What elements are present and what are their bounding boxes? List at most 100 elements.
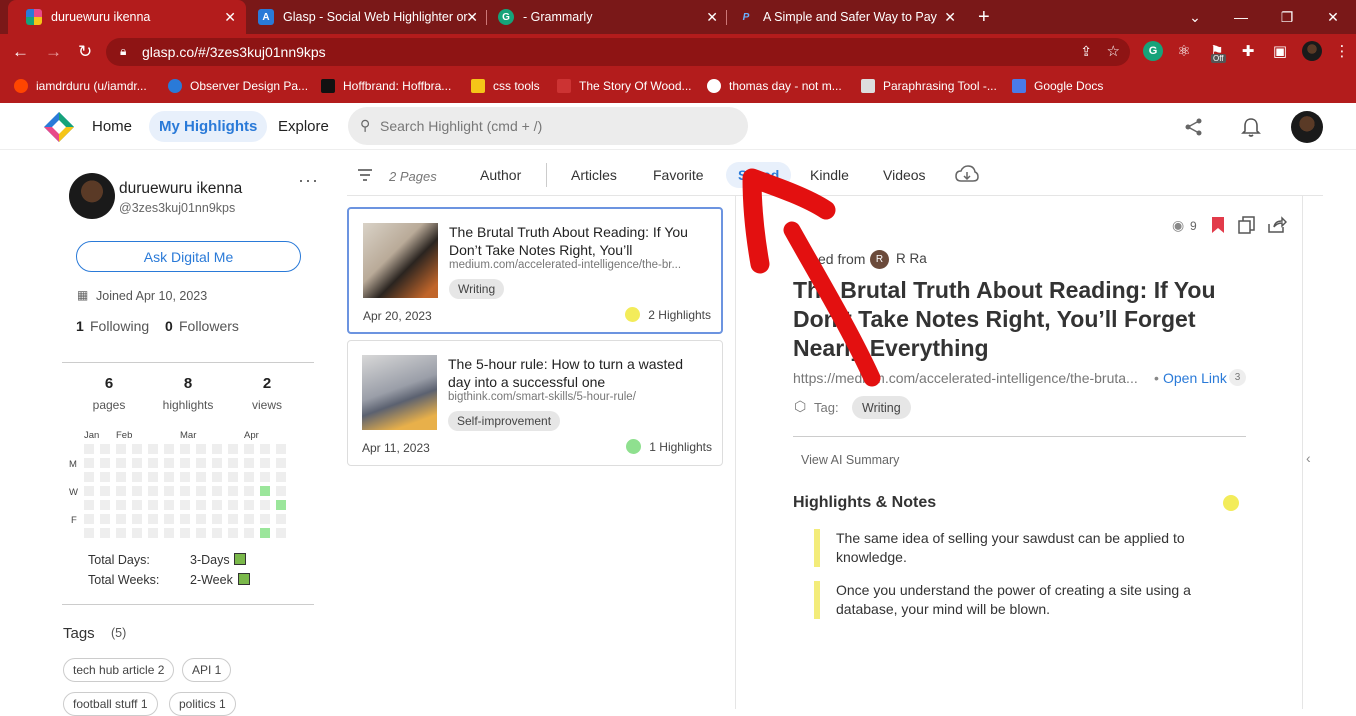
highlight-color-picker[interactable] — [1223, 495, 1239, 511]
heatmap-cell — [164, 472, 174, 482]
bullet-separator: • — [1154, 370, 1159, 386]
bookmark-item[interactable]: The Story Of Wood... — [557, 76, 692, 96]
profile-sidebar: duruewuru ikenna @3zes3kuj01nn9kps ··· A… — [62, 150, 318, 716]
url-text: glasp.co/#/3zes3kuj01nn9kps — [142, 44, 326, 60]
followers-count[interactable]: 0 — [165, 318, 173, 334]
nav-home[interactable]: Home — [82, 111, 142, 142]
browser-menu-icon[interactable]: ⋮ — [1332, 41, 1352, 61]
view-ai-summary-link[interactable]: View AI Summary — [801, 453, 899, 467]
app-header: Home My Highlights Explore ⚲ Search High… — [0, 103, 1356, 150]
heatmap-cell — [212, 486, 222, 496]
npr-icon — [557, 79, 571, 93]
heatmap-cell — [196, 500, 206, 510]
copy-icon[interactable] — [1238, 216, 1256, 234]
heatmap-cell — [212, 514, 222, 524]
share-page-icon[interactable]: ⇪ — [1080, 43, 1092, 60]
heatmap-cell — [132, 472, 142, 482]
react-devtools-icon[interactable]: ⚛ — [1174, 41, 1194, 61]
back-icon[interactable]: ← — [12, 42, 29, 62]
filter-tab-articles[interactable]: Articles — [559, 162, 629, 188]
collapse-panel-chevron-icon[interactable]: ‹ — [1306, 450, 1311, 466]
bookmark-item[interactable]: css tools — [471, 76, 540, 96]
heatmap-cell — [260, 458, 270, 468]
tag-chip[interactable]: tech hub article 2 — [63, 658, 175, 682]
article-tag[interactable]: Self-improvement — [448, 411, 561, 431]
bookmark-item[interactable]: Hoffbrand: Hoffbra... — [321, 76, 451, 96]
reload-icon[interactable]: ↻ — [78, 42, 92, 62]
profile-handle: @3zes3kuj01nn9kps — [119, 201, 236, 215]
highlight-item[interactable]: The same idea of selling your sawdust ca… — [814, 529, 1214, 567]
filter-tab-saved[interactable]: Saved — [726, 162, 792, 188]
address-toolbar: ← → ↻ 🔒︎ glasp.co/#/3zes3kuj01nn9kps ⇪ ☆… — [0, 34, 1356, 70]
heatmap-cell — [228, 444, 238, 454]
bookmark-item[interactable]: Paraphrasing Tool -... — [861, 76, 997, 96]
forward-icon[interactable]: → — [45, 42, 62, 62]
stat-pages-label: pages — [92, 398, 126, 412]
following-count[interactable]: 1 — [76, 318, 84, 334]
bookmark-saved-icon[interactable] — [1211, 216, 1225, 234]
tab-title: Glasp - Social Web Highlighter or — [283, 10, 468, 24]
bookmark-item[interactable]: thomas day - not m... — [707, 76, 842, 96]
close-tab-icon[interactable]: ✕ — [944, 9, 956, 26]
url-bar[interactable]: 🔒︎ glasp.co/#/3zes3kuj01nn9kps ⇪ ☆ — [106, 38, 1130, 66]
tag-chip[interactable]: API 1 — [182, 658, 232, 682]
heatmap-cell — [100, 528, 110, 538]
browser-tab[interactable]: G - Grammarly ✕ — [480, 0, 728, 34]
browser-profile-avatar[interactable] — [1302, 41, 1322, 61]
bookmark-item[interactable]: Observer Design Pa... — [168, 76, 308, 96]
heatmap-month-label: Mar — [180, 430, 197, 441]
tag-chip[interactable]: politics 1 — [169, 692, 236, 716]
notification-bell-icon[interactable] — [1240, 116, 1262, 138]
heatmap-cell — [132, 500, 142, 510]
browser-tab-active[interactable]: duruewuru ikenna ✕ — [8, 0, 246, 34]
side-panel-icon[interactable]: ▣ — [1270, 41, 1290, 61]
share-icon[interactable] — [1184, 117, 1204, 137]
restore-icon[interactable]: ❐ — [1264, 9, 1310, 26]
saved-from-user[interactable]: R Ra — [896, 251, 927, 266]
extensions-puzzle-icon[interactable]: ✚ — [1238, 41, 1258, 61]
article-tag[interactable]: Writing — [449, 279, 505, 299]
close-tab-icon[interactable]: ✕ — [706, 9, 718, 26]
nav-explore[interactable]: Explore — [268, 111, 339, 142]
more-options-icon[interactable]: ··· — [298, 170, 319, 191]
tag-chip[interactable]: football stuff 1 — [63, 692, 158, 716]
heatmap-cell — [244, 500, 254, 510]
search-input[interactable]: ⚲ Search Highlight (cmd + /) — [348, 107, 748, 145]
close-tab-icon[interactable]: ✕ — [466, 9, 478, 26]
close-tab-icon[interactable]: ✕ — [224, 9, 236, 26]
followers-label[interactable]: Followers — [179, 318, 239, 334]
article-title: The 5-hour rule: How to turn a wasted da… — [448, 356, 684, 390]
cloud-download-icon[interactable] — [955, 165, 979, 185]
glasp-logo-icon[interactable] — [43, 111, 75, 143]
highlight-item[interactable]: Once you understand the power of creatin… — [814, 581, 1214, 619]
grammarly-extension-icon[interactable]: G — [1143, 41, 1163, 61]
browser-tab[interactable]: A Glasp - Social Web Highlighter or ✕ — [240, 0, 488, 34]
filter-tab-favorite[interactable]: Favorite — [641, 162, 716, 188]
browser-tab-bar: duruewuru ikenna ✕ A Glasp - Social Web … — [0, 0, 1356, 34]
following-label[interactable]: Following — [90, 318, 149, 334]
filter-tab-videos[interactable]: Videos — [871, 162, 938, 188]
user-avatar[interactable] — [1291, 111, 1323, 143]
filter-tab-kindle[interactable]: Kindle — [798, 162, 861, 188]
bookmark-item[interactable]: iamdrduru (u/iamdr... — [14, 76, 147, 96]
browser-tab[interactable]: P A Simple and Safer Way to Pay ar ✕ — [720, 0, 966, 34]
minimize-icon[interactable]: — — [1218, 9, 1264, 25]
close-window-icon[interactable]: ✕ — [1310, 9, 1356, 26]
ask-digital-me-button[interactable]: Ask Digital Me — [76, 241, 301, 272]
tab-search-icon[interactable]: ⌄ — [1172, 9, 1218, 26]
saved-from-avatar[interactable]: R — [870, 250, 889, 269]
bookmark-star-icon[interactable]: ☆ — [1107, 42, 1120, 60]
filter-icon[interactable] — [357, 168, 373, 182]
new-tab-icon[interactable]: + — [978, 6, 990, 29]
article-card[interactable]: The Brutal Truth About Reading: If You D… — [347, 207, 723, 334]
share-out-icon[interactable] — [1267, 216, 1287, 234]
heatmap-cell — [196, 458, 206, 468]
open-link[interactable]: Open Link — [1163, 370, 1227, 386]
heatmap-cell — [84, 500, 94, 510]
filter-tab-author[interactable]: Author — [468, 162, 533, 188]
heatmap-cell — [244, 528, 254, 538]
nav-my-highlights[interactable]: My Highlights — [149, 111, 268, 142]
bookmark-item[interactable]: Google Docs — [1012, 76, 1103, 96]
detail-tag-chip[interactable]: Writing — [852, 396, 911, 419]
article-card[interactable]: The 5-hour rule: How to turn a wasted da… — [347, 340, 723, 466]
